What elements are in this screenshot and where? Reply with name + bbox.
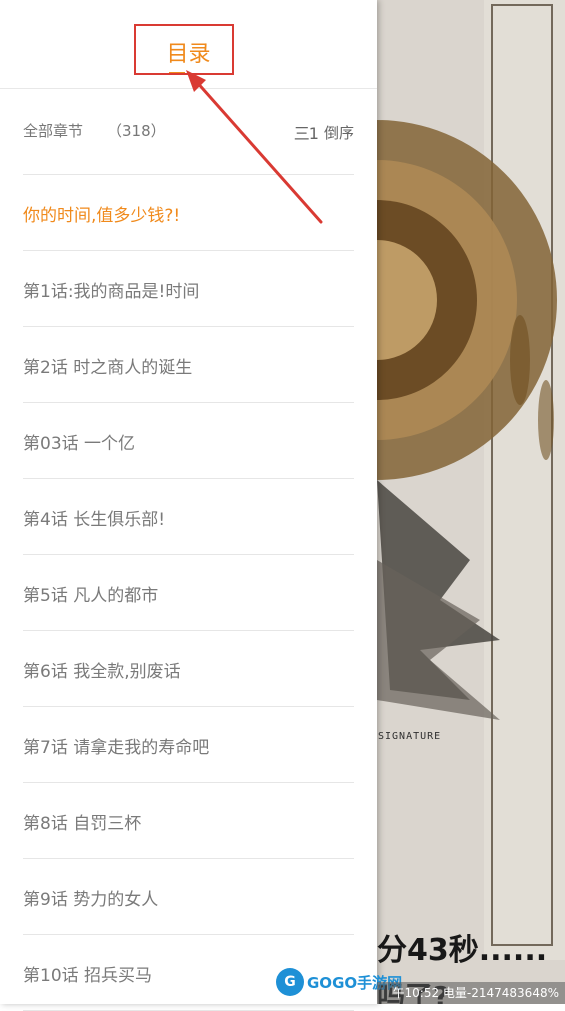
sort-order-icon: 三1: [293, 124, 319, 143]
chapter-list: 你的时间,值多少钱?! 第1话:我的商品是!时间 第2话 时之商人的诞生 第03…: [23, 175, 354, 1011]
catalog-drawer: 目录 全部章节 （318） 三1 倒序 你的时间,值多少钱?! 第1话:我的商品…: [0, 0, 377, 1011]
chapter-item[interactable]: 第2话 时之商人的诞生: [23, 327, 354, 403]
drawer-header: 目录: [0, 0, 377, 89]
chapter-item[interactable]: 第9话 势力的女人: [23, 859, 354, 935]
annotation-box: [134, 24, 234, 75]
chapter-title: 第03话 一个亿: [23, 434, 136, 454]
chapter-title: 你的时间,值多少钱?!: [23, 206, 181, 226]
chapter-title: 第9话 势力的女人: [23, 890, 159, 910]
scrim[interactable]: [377, 0, 565, 1004]
chapter-item[interactable]: 第4话 长生俱乐部!: [23, 479, 354, 555]
chapter-title: 第1话:我的商品是!时间: [23, 282, 200, 302]
chapter-title: 第4话 长生俱乐部!: [23, 510, 166, 530]
chapter-title: 第5话 凡人的都市: [23, 586, 159, 606]
sort-label: 倒序: [323, 123, 354, 142]
chapter-title: 第7话 请拿走我的寿命吧: [23, 738, 210, 758]
chapter-item[interactable]: 第6话 我全款,别废话: [23, 631, 354, 707]
chapter-item[interactable]: 第03话 一个亿: [23, 403, 354, 479]
all-chapters-label: 全部章节: [23, 122, 84, 140]
chapter-summary-row: 全部章节 （318） 三1 倒序: [23, 88, 354, 175]
chapter-count: （318）: [107, 122, 166, 140]
chapter-item[interactable]: 第5话 凡人的都市: [23, 555, 354, 631]
watermark-logo-icon: G: [276, 968, 304, 996]
reader-status-bar: 午10:52 电量-2147483648%: [377, 982, 565, 1004]
chapter-title: 第10话 招兵买马: [23, 966, 153, 986]
chapter-item[interactable]: 第1话:我的商品是!时间: [23, 251, 354, 327]
chapter-title: 第6话 我全款,别废话: [23, 662, 181, 682]
chapter-item[interactable]: 第8话 自罚三杯: [23, 783, 354, 859]
chapter-item[interactable]: 第7话 请拿走我的寿命吧: [23, 707, 354, 783]
chapter-title: 第8话 自罚三杯: [23, 814, 142, 834]
sort-toggle-button[interactable]: 三1 倒序: [294, 120, 354, 144]
chapter-item[interactable]: 你的时间,值多少钱?!: [23, 175, 354, 251]
chapter-title: 第2话 时之商人的诞生: [23, 358, 193, 378]
